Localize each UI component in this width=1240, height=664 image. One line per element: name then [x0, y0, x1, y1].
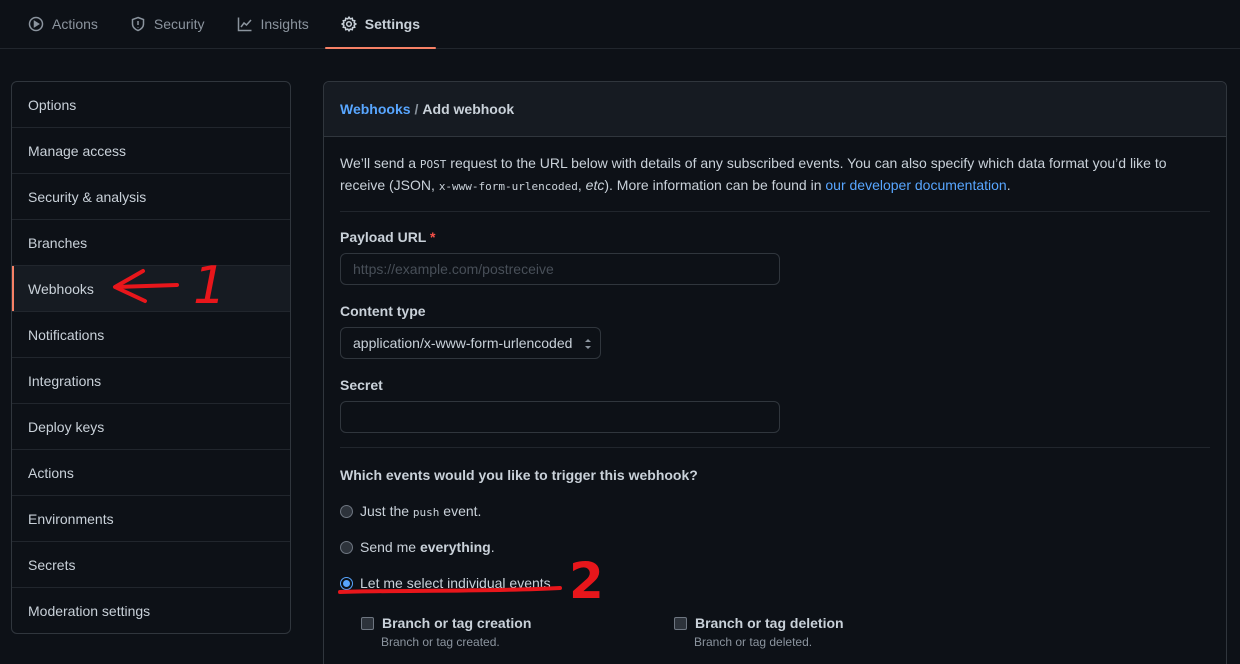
intro-text: We’ll send a POST request to the URL bel…	[340, 153, 1210, 212]
breadcrumb-webhooks-link[interactable]: Webhooks	[340, 101, 411, 117]
secret-label: Secret	[340, 377, 383, 393]
tab-label: Security	[153, 16, 205, 32]
tab-label: Insights	[260, 16, 309, 32]
shield-icon	[131, 16, 145, 32]
radio-button[interactable]	[340, 504, 353, 518]
sidebar-item-label: Secrets	[28, 556, 76, 573]
content-type-value: application/x-www-form-urlencoded	[353, 335, 573, 351]
gear-icon	[340, 16, 357, 32]
radio-button-checked[interactable]	[340, 576, 353, 590]
sidebar-item-actions[interactable]: Actions	[12, 449, 290, 495]
radio-individual-events[interactable]: Let me select individual events.	[340, 575, 555, 591]
developer-docs-link[interactable]: our developer documentation	[825, 177, 1006, 193]
sidebar-item-label: Security & analysis	[28, 188, 147, 205]
tab-label: Settings	[364, 16, 420, 32]
checkbox-description: Branch or tag created.	[381, 635, 500, 649]
sidebar-item-label: Notifications	[28, 326, 105, 343]
section-divider	[340, 447, 1210, 448]
sidebar-item-security-analysis[interactable]: Security & analysis	[12, 173, 290, 219]
sidebar-item-label: Manage access	[28, 142, 127, 159]
sidebar-item-options[interactable]: Options	[12, 82, 290, 127]
events-question: Which events would you like to trigger t…	[340, 467, 698, 483]
sidebar-item-label: Integrations	[28, 372, 102, 389]
content-type-select[interactable]: application/x-www-form-urlencoded	[340, 327, 602, 359]
checkbox-label: Branch or tag deletion	[695, 615, 844, 631]
play-circle-icon	[28, 16, 44, 32]
checkbox[interactable]	[361, 616, 374, 630]
content-type-group: Content type application/x-www-form-urle…	[340, 303, 602, 359]
sidebar-item-secrets[interactable]: Secrets	[12, 541, 290, 587]
settings-sidebar: Options Manage access Security & analysi…	[11, 81, 291, 634]
page-title: Add webhook	[422, 101, 515, 117]
intro-text-part: ). More information can be found in	[604, 177, 826, 193]
sidebar-item-label: Branches	[28, 234, 88, 251]
checkbox-description: Branch or tag deleted.	[694, 635, 813, 649]
etc-text: etc	[585, 177, 605, 193]
radio-everything[interactable]: Send me everything.	[340, 539, 495, 555]
radio-push-only[interactable]: Just the push event.	[340, 503, 481, 519]
sidebar-item-manage-access[interactable]: Manage access	[12, 127, 290, 173]
sidebar-item-label: Moderation settings	[28, 602, 151, 619]
sidebar-item-webhooks[interactable]: Webhooks	[12, 265, 290, 311]
sidebar-item-label: Webhooks	[28, 280, 94, 297]
sidebar-item-notifications[interactable]: Notifications	[12, 311, 290, 357]
checkbox-branch-tag-deletion[interactable]: Branch or tag deletion Branch or tag del…	[674, 615, 844, 649]
sidebar-item-branches[interactable]: Branches	[12, 219, 290, 265]
secret-input[interactable]	[340, 401, 780, 433]
intro-text-part: .	[1006, 177, 1011, 193]
select-arrows-icon	[585, 339, 592, 349]
tab-settings[interactable]: Settings	[324, 0, 437, 49]
sidebar-item-environments[interactable]: Environments	[12, 495, 290, 541]
tab-security[interactable]: Security	[114, 0, 221, 48]
tab-label: Actions	[52, 16, 98, 32]
payload-url-label: Payload URL *	[340, 229, 436, 245]
radio-label: Send me everything.	[360, 539, 495, 555]
urlencoded-code: x-www-form-urlencoded	[438, 180, 578, 193]
add-webhook-panel: Webhooks / Add webhook We’ll send a POST…	[323, 81, 1227, 664]
checkbox-label: Branch or tag creation	[382, 615, 532, 631]
sidebar-item-label: Options	[28, 96, 77, 113]
breadcrumb: Webhooks / Add webhook	[324, 82, 1226, 137]
checkbox-branch-tag-creation[interactable]: Branch or tag creation Branch or tag cre…	[361, 615, 531, 649]
radio-button[interactable]	[340, 540, 353, 554]
secret-group: Secret	[340, 377, 780, 433]
content-type-label: Content type	[340, 303, 426, 319]
payload-url-group: Payload URL *	[340, 229, 780, 285]
sidebar-item-label: Environments	[28, 510, 114, 527]
sidebar-item-label: Actions	[28, 464, 74, 481]
repo-nav: Actions Security Insights Settings	[0, 0, 1240, 49]
intro-text-part: We’ll send a	[340, 155, 420, 171]
radio-label: Let me select individual events.	[360, 575, 555, 591]
intro-text-part: ,	[577, 177, 586, 193]
payload-url-input[interactable]	[340, 253, 780, 285]
tab-actions[interactable]: Actions	[12, 0, 114, 48]
post-code: POST	[419, 158, 447, 171]
sidebar-item-moderation-settings[interactable]: Moderation settings	[12, 587, 290, 633]
checkbox[interactable]	[674, 616, 687, 630]
sidebar-item-label: Deploy keys	[28, 418, 105, 435]
breadcrumb-separator: /	[414, 101, 419, 117]
radio-label: Just the push event.	[360, 503, 482, 519]
graph-icon	[237, 17, 252, 32]
sidebar-item-integrations[interactable]: Integrations	[12, 357, 290, 403]
tab-insights[interactable]: Insights	[221, 0, 325, 48]
required-marker: *	[430, 229, 436, 245]
sidebar-item-deploy-keys[interactable]: Deploy keys	[12, 403, 290, 449]
